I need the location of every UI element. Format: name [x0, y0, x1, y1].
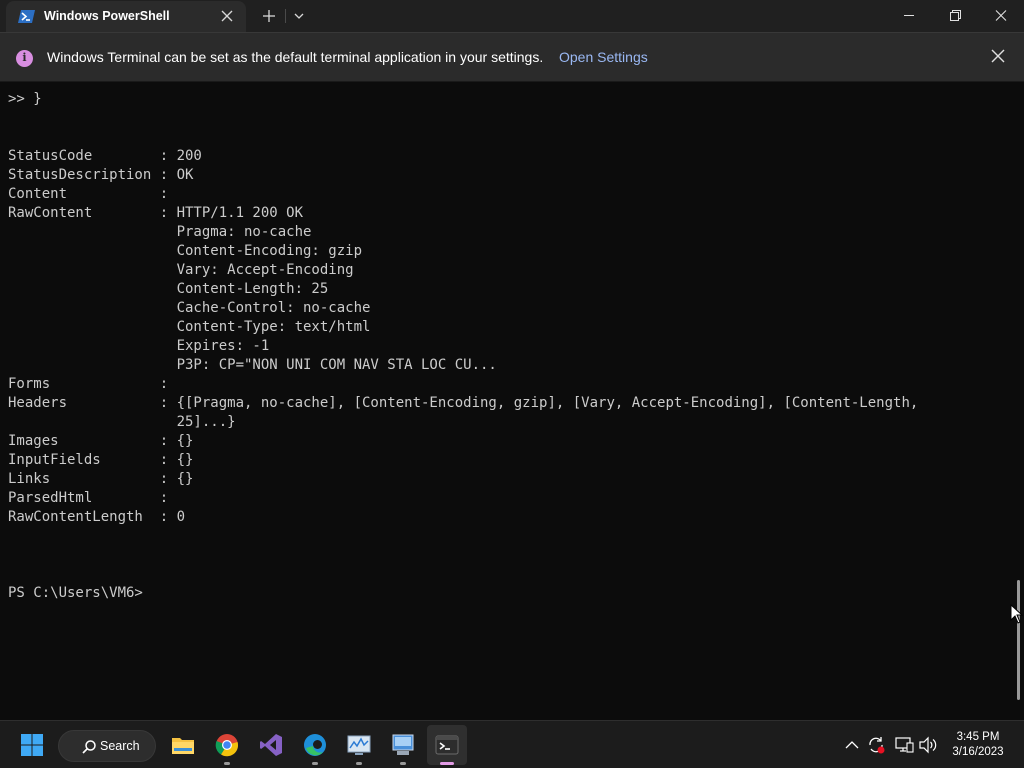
remote-desktop-button[interactable] — [383, 725, 423, 765]
terminal-line: Expires: -1 — [8, 338, 270, 354]
clock-date: 3/16/2023 — [952, 746, 1004, 758]
taskbar: Search 3:45 PM 3/16/2023 — [0, 720, 1024, 768]
new-tab-icon[interactable] — [259, 6, 279, 26]
terminal-line: Content-Encoding: gzip — [8, 243, 363, 259]
terminal-icon — [435, 735, 459, 755]
terminal-line: 25]...} — [8, 414, 236, 430]
running-indicator — [312, 762, 318, 765]
info-icon: i — [16, 50, 33, 67]
folder-icon — [172, 738, 194, 754]
chrome-icon — [215, 734, 239, 757]
terminal-line: StatusDescription : OK — [8, 167, 194, 183]
default-terminal-infobar: i Windows Terminal can be set as the def… — [0, 32, 1024, 82]
performance-monitor-button[interactable] — [339, 725, 379, 765]
file-explorer-button[interactable] — [163, 725, 203, 765]
terminal-line: Images : {} — [8, 433, 194, 449]
terminal-line: Links : {} — [8, 471, 194, 487]
active-indicator — [440, 762, 454, 765]
visual-studio-button[interactable] — [251, 725, 291, 765]
terminal-line: Vary: Accept-Encoding — [8, 262, 354, 278]
restore-button[interactable] — [932, 0, 978, 32]
tab-title: Windows PowerShell — [44, 9, 170, 23]
performance-monitor-icon — [347, 735, 371, 755]
taskbar-clock[interactable]: 3:45 PM 3/16/2023 — [938, 730, 1018, 760]
open-settings-link[interactable]: Open Settings — [559, 49, 648, 65]
running-indicator — [356, 762, 362, 765]
terminal-line: P3P: CP="NON UNI COM NAV STA LOC CU... — [8, 357, 497, 373]
mouse-pointer-icon — [1010, 604, 1024, 624]
search-icon — [82, 740, 96, 754]
network-icon[interactable] — [894, 735, 914, 755]
restore-icon — [950, 10, 961, 21]
volume-icon[interactable] — [918, 735, 938, 755]
start-button[interactable] — [12, 725, 52, 765]
close-window-button[interactable] — [978, 0, 1024, 32]
clock-time: 3:45 PM — [956, 731, 1000, 743]
visual-studio-icon — [260, 734, 282, 756]
tab-separator — [285, 9, 286, 23]
terminal-line: RawContentLength : 0 — [8, 509, 186, 525]
edge-button[interactable] — [295, 725, 335, 765]
running-indicator — [224, 762, 230, 765]
terminal-line: ParsedHtml : — [8, 490, 169, 506]
infobar-message: Windows Terminal can be set as the defau… — [47, 49, 544, 65]
close-icon — [995, 10, 1007, 21]
windows-start-icon — [21, 734, 43, 756]
infobar-close-icon[interactable] — [989, 47, 1007, 65]
terminal-line: InputFields : {} — [8, 452, 194, 468]
terminal-line: PS C:\Users\VM6> — [8, 585, 143, 601]
chevron-down-icon[interactable] — [290, 7, 308, 25]
terminal-lines: >> } StatusCode : 200 StatusDescription : … — [8, 90, 1008, 603]
terminal-line: Content-Type: text/html — [8, 319, 371, 335]
powershell-icon — [18, 10, 35, 23]
terminal-line: Forms : — [8, 376, 169, 392]
taskbar-search[interactable]: Search — [58, 730, 156, 762]
terminal-line: Content-Length: 25 — [8, 281, 329, 297]
terminal-line: Cache-Control: no-cache — [8, 300, 371, 316]
minimize-button[interactable] — [886, 0, 932, 32]
tab-close-icon[interactable] — [219, 8, 235, 24]
terminal-line: >> } — [8, 91, 42, 107]
tab-windows-powershell[interactable]: Windows PowerShell — [6, 1, 246, 32]
chrome-button[interactable] — [207, 725, 247, 765]
terminal-line: Headers : {[Pragma, no-cache], [Content-… — [8, 395, 919, 411]
minimize-icon — [904, 15, 914, 16]
remote-desktop-icon — [392, 734, 414, 755]
terminal-output[interactable]: >> } StatusCode : 200 StatusDescription : … — [0, 82, 1024, 720]
title-bar: Windows PowerShell — [0, 0, 1024, 32]
terminal-line: RawContent : HTTP/1.1 200 OK — [8, 205, 304, 221]
search-label: Search — [100, 739, 140, 753]
chevron-up-icon[interactable] — [842, 735, 862, 755]
scrollbar-thumb[interactable] — [1017, 580, 1020, 700]
sync-icon[interactable] — [866, 735, 886, 755]
terminal-line: Content : — [8, 186, 169, 202]
edge-icon — [304, 734, 326, 756]
windows-terminal-button[interactable] — [427, 725, 467, 765]
terminal-line: Pragma: no-cache — [8, 224, 312, 240]
running-indicator — [400, 762, 406, 765]
terminal-line: StatusCode : 200 — [8, 148, 202, 164]
